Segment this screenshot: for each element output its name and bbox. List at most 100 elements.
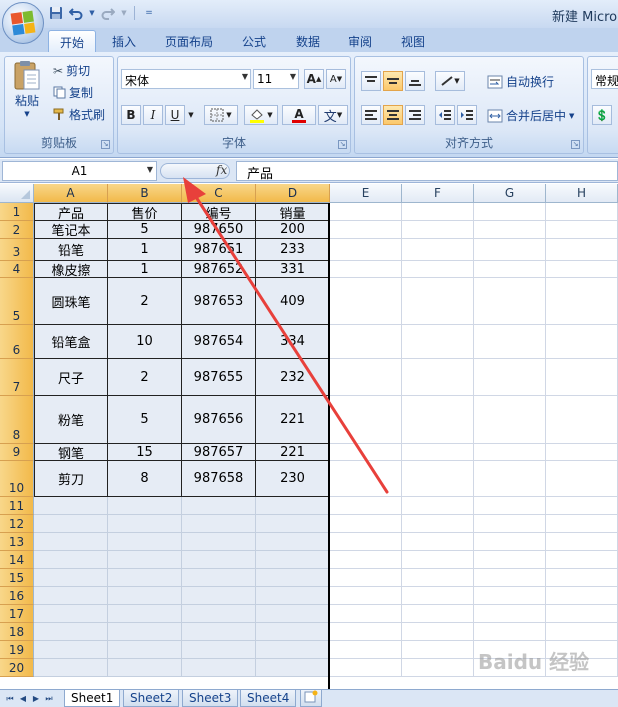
row-header-10[interactable]: 10 xyxy=(0,461,34,497)
cell-a18[interactable] xyxy=(34,623,108,641)
column-header-e[interactable]: E xyxy=(330,184,402,203)
cell-c6[interactable]: 987654 xyxy=(182,325,256,359)
redo-icon[interactable] xyxy=(100,5,116,21)
cell-f8[interactable] xyxy=(402,396,474,444)
grow-font-button[interactable]: A ▲ xyxy=(304,69,324,89)
cell-b6[interactable]: 10 xyxy=(108,325,182,359)
cell-b14[interactable] xyxy=(108,551,182,569)
row-header-12[interactable]: 12 xyxy=(0,515,34,533)
cell-g1[interactable] xyxy=(474,203,546,221)
undo-icon[interactable] xyxy=(68,5,84,21)
cell-f2[interactable] xyxy=(402,221,474,239)
cell-g3[interactable] xyxy=(474,239,546,261)
row-header-11[interactable]: 11 xyxy=(0,497,34,515)
cell-g6[interactable] xyxy=(474,325,546,359)
cell-f13[interactable] xyxy=(402,533,474,551)
cell-h4[interactable] xyxy=(546,261,618,278)
cell-f15[interactable] xyxy=(402,569,474,587)
cell-d18[interactable] xyxy=(256,623,330,641)
cell-c18[interactable] xyxy=(182,623,256,641)
row-header-1[interactable]: 1 xyxy=(0,203,34,221)
cell-a12[interactable] xyxy=(34,515,108,533)
cell-g18[interactable] xyxy=(474,623,546,641)
cell-b19[interactable] xyxy=(108,641,182,659)
italic-button[interactable]: I xyxy=(143,105,163,125)
cell-a13[interactable] xyxy=(34,533,108,551)
cell-a16[interactable] xyxy=(34,587,108,605)
increase-indent-button[interactable] xyxy=(457,105,477,125)
row-header-18[interactable]: 18 xyxy=(0,623,34,641)
cell-a9[interactable]: 钢笔 xyxy=(34,444,108,462)
cell-d11[interactable] xyxy=(256,497,330,515)
cell-c5[interactable]: 987653 xyxy=(182,278,256,325)
cell-h15[interactable] xyxy=(546,569,618,587)
cell-b4[interactable]: 1 xyxy=(108,261,182,278)
spreadsheet-grid[interactable]: A B C D E F G H 1 产品 售价 编号 销量 2 笔记本 5 987650 200 3 铅笔 1 98765… xyxy=(0,184,618,689)
cell-c12[interactable] xyxy=(182,515,256,533)
column-header-a[interactable]: A xyxy=(34,184,108,203)
cell-g7[interactable] xyxy=(474,359,546,396)
cell-d15[interactable] xyxy=(256,569,330,587)
cell-b8[interactable]: 5 xyxy=(108,396,182,444)
cell-c16[interactable] xyxy=(182,587,256,605)
cell-g12[interactable] xyxy=(474,515,546,533)
cell-b20[interactable] xyxy=(108,659,182,677)
cell-d20[interactable] xyxy=(256,659,330,677)
cell-d12[interactable] xyxy=(256,515,330,533)
cell-e10[interactable] xyxy=(330,461,402,497)
cell-c1[interactable]: 编号 xyxy=(182,203,256,222)
cell-b1[interactable]: 售价 xyxy=(108,203,182,222)
cell-c7[interactable]: 987655 xyxy=(182,359,256,396)
row-header-7[interactable]: 7 xyxy=(0,359,34,396)
row-header-3[interactable]: 3 xyxy=(0,239,34,261)
cell-e3[interactable] xyxy=(330,239,402,261)
cell-g15[interactable] xyxy=(474,569,546,587)
cell-d5[interactable]: 409 xyxy=(256,278,330,325)
merge-center-button[interactable]: 合并后居中 ▼ xyxy=(487,107,574,124)
alignment-launcher-icon[interactable]: ↘ xyxy=(571,140,580,149)
clipboard-launcher-icon[interactable]: ↘ xyxy=(101,140,110,149)
cell-c4[interactable]: 987652 xyxy=(182,261,256,278)
cell-a10[interactable]: 剪刀 xyxy=(34,461,108,497)
cell-c17[interactable] xyxy=(182,605,256,623)
cell-d4[interactable]: 331 xyxy=(256,261,330,278)
cell-b18[interactable] xyxy=(108,623,182,641)
cell-b11[interactable] xyxy=(108,497,182,515)
cell-d9[interactable]: 221 xyxy=(256,444,330,461)
cell-e6[interactable] xyxy=(330,325,402,359)
tab-view[interactable]: 视图 xyxy=(389,30,437,52)
cell-a3[interactable]: 铅笔 xyxy=(34,239,108,261)
cell-h18[interactable] xyxy=(546,623,618,641)
formula-input[interactable]: 产品 xyxy=(236,161,618,182)
row-header-13[interactable]: 13 xyxy=(0,533,34,551)
font-size-select[interactable]: 11 ▼ xyxy=(253,69,299,89)
cell-f11[interactable] xyxy=(402,497,474,515)
row-header-14[interactable]: 14 xyxy=(0,551,34,569)
cut-button[interactable]: ✂ 剪切 xyxy=(53,62,90,79)
office-button[interactable] xyxy=(2,2,44,44)
cell-f7[interactable] xyxy=(402,359,474,396)
cell-d2[interactable]: 200 xyxy=(256,221,330,239)
cell-a20[interactable] xyxy=(34,659,108,677)
row-header-6[interactable]: 6 xyxy=(0,325,34,359)
column-header-c[interactable]: C xyxy=(182,184,256,203)
column-header-g[interactable]: G xyxy=(474,184,546,203)
cell-f6[interactable] xyxy=(402,325,474,359)
sheet-tab-1[interactable]: Sheet1 xyxy=(64,690,121,707)
save-icon[interactable] xyxy=(48,5,64,21)
cell-d6[interactable]: 334 xyxy=(256,325,330,359)
cell-h7[interactable] xyxy=(546,359,618,396)
cell-h16[interactable] xyxy=(546,587,618,605)
cell-a4[interactable]: 橡皮擦 xyxy=(34,261,108,279)
cell-c19[interactable] xyxy=(182,641,256,659)
cell-f17[interactable] xyxy=(402,605,474,623)
column-header-h[interactable]: H xyxy=(546,184,618,203)
cell-h17[interactable] xyxy=(546,605,618,623)
row-header-9[interactable]: 9 xyxy=(0,444,34,461)
cell-f5[interactable] xyxy=(402,278,474,325)
align-bottom-button[interactable] xyxy=(405,71,425,91)
cell-d16[interactable] xyxy=(256,587,330,605)
row-header-2[interactable]: 2 xyxy=(0,221,34,239)
cell-c11[interactable] xyxy=(182,497,256,515)
cell-h1[interactable] xyxy=(546,203,618,221)
